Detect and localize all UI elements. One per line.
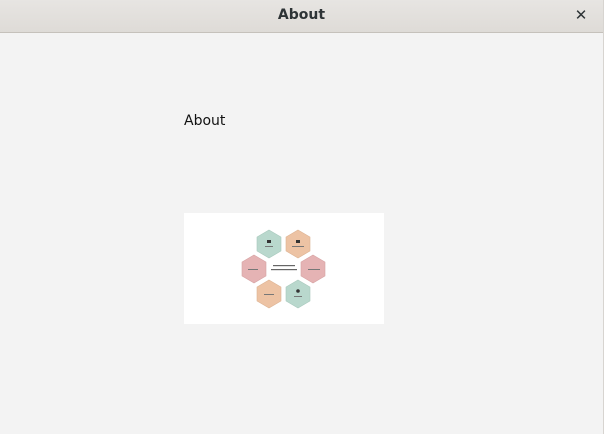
- hexagon-diagram: [241, 229, 326, 309]
- about-window: About ✕ About: [0, 0, 604, 434]
- hexagon-top-right: [285, 229, 311, 259]
- hexagon-top-left: [256, 229, 282, 259]
- hexagon-bottom-right: [285, 279, 311, 309]
- title-bar: About ✕: [0, 0, 603, 33]
- page-heading: About: [184, 113, 226, 129]
- hexagon-diagram-image: [184, 213, 384, 324]
- close-icon[interactable]: ✕: [573, 6, 589, 24]
- window-title: About: [277, 7, 326, 23]
